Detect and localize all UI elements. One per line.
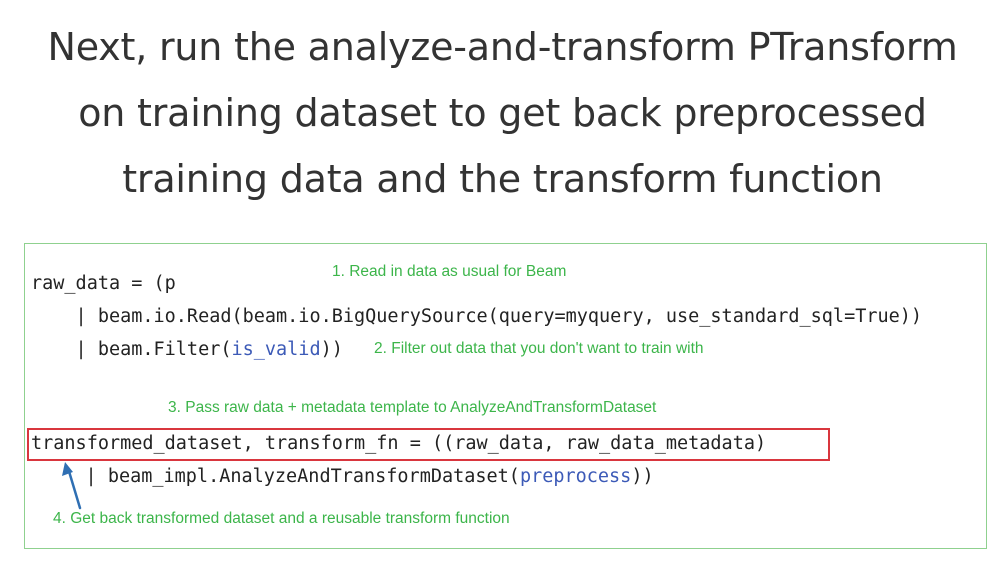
code-line-bigquery-read: | beam.io.Read(beam.io.BigQuerySource(qu… xyxy=(31,306,923,327)
code-line-raw-data: raw_data = (p xyxy=(31,273,176,294)
note-read-data: 1. Read in data as usual for Beam xyxy=(332,263,567,280)
code-line-analyze-transform: | beam_impl.AnalyzeAndTransformDataset(p… xyxy=(41,466,654,487)
code-filter-arg: is_valid xyxy=(231,339,321,360)
note-get-transformed: 4. Get back transformed dataset and a re… xyxy=(53,510,510,527)
up-arrow-icon xyxy=(62,462,82,510)
note-filter-data: 2. Filter out data that you don't want t… xyxy=(374,340,704,357)
code-analyze-arg: preprocess xyxy=(519,466,632,487)
code-line-transformed-dataset: transformed_dataset, transform_fn = ((ra… xyxy=(31,433,767,454)
code-filter-prefix: | beam.Filter( xyxy=(31,339,232,360)
title-line-3: training data and the transform function xyxy=(122,157,883,201)
title-line-1: Next, run the analyze-and-transform PTra… xyxy=(47,25,958,69)
code-filter-suffix: )) xyxy=(320,339,343,360)
note-pass-raw-data: 3. Pass raw data + metadata template to … xyxy=(168,399,657,416)
code-line-filter: | beam.Filter(is_valid)) xyxy=(31,339,343,360)
slide-title: Next, run the analyze-and-transform PTra… xyxy=(0,14,1005,212)
code-analyze-prefix: | beam_impl.AnalyzeAndTransformDataset( xyxy=(41,466,520,487)
title-line-2: on training dataset to get back preproce… xyxy=(78,91,927,135)
code-analyze-suffix: )) xyxy=(631,466,654,487)
